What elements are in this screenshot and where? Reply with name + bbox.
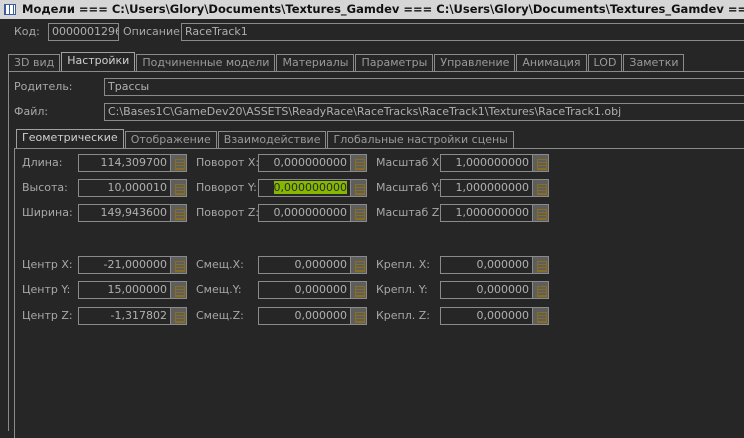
number-field[interactable]: 15,000000: [78, 281, 171, 299]
field-label: Центр Z:: [22, 309, 73, 322]
field-label: Крепл. Y:: [376, 283, 428, 296]
field-label: Центр X:: [22, 258, 73, 271]
tab-2[interactable]: Подчиненные модели: [136, 54, 276, 71]
field-value: 114,309700: [100, 156, 167, 169]
field-value: 0,000000: [294, 283, 348, 296]
field-label: Поворот Z:: [196, 206, 260, 219]
field-value: 0,000000: [476, 283, 530, 296]
field-value: 1,000000000: [455, 206, 529, 219]
calculator-icon[interactable]: [170, 154, 187, 172]
field-label: Масштаб X:: [376, 156, 444, 169]
tab-5[interactable]: Управление: [434, 54, 516, 71]
field-value: -21,000000: [103, 258, 167, 271]
number-field[interactable]: 0,000000000: [258, 179, 351, 197]
number-field[interactable]: -21,000000: [78, 256, 171, 274]
tab-0[interactable]: 3D вид: [8, 54, 61, 71]
number-field[interactable]: 114,309700: [78, 154, 171, 172]
number-field[interactable]: 0,000000000: [258, 154, 351, 172]
field-label: Поворот Y:: [196, 181, 257, 194]
tab-6[interactable]: Анимация: [516, 54, 587, 71]
field-label: Масштаб Z:: [376, 206, 444, 219]
calculator-icon[interactable]: [170, 179, 187, 197]
calculator-icon[interactable]: [350, 204, 367, 222]
field-label: Поворот X:: [196, 156, 260, 169]
field-label: Крепл. Z:: [376, 309, 431, 322]
subtab-2[interactable]: Взаимодействие: [217, 131, 327, 148]
code-field[interactable]: 0000001296: [48, 23, 119, 41]
calculator-icon[interactable]: [532, 307, 549, 325]
tab-7[interactable]: LOD: [587, 54, 623, 71]
field-label: Масштаб Y:: [376, 181, 441, 194]
field-value: 0,000000000: [273, 206, 347, 219]
subtab-3[interactable]: Глобальные настройки сцены: [327, 131, 514, 148]
number-field[interactable]: -1,317802: [78, 307, 171, 325]
field-label: Центр Y:: [22, 283, 71, 296]
subtab-1[interactable]: Отображение: [124, 131, 217, 148]
calculator-icon[interactable]: [170, 204, 187, 222]
field-label: Длина:: [22, 156, 63, 169]
field-label: Крепл. X:: [376, 258, 431, 271]
field-label: Смещ.Z:: [196, 309, 244, 322]
field-value: 0,000000: [476, 258, 530, 271]
sub-tabs: Геометрические Отображение Взаимодействие Г…: [16, 129, 515, 148]
field-value: 149,943600: [100, 206, 167, 219]
field-value: 10,000010: [107, 181, 168, 194]
calculator-icon[interactable]: [170, 256, 187, 274]
calculator-icon[interactable]: [350, 154, 367, 172]
field-label: Смещ.X:: [196, 258, 244, 271]
tab-3[interactable]: Материалы: [276, 54, 355, 71]
tab-1[interactable]: Настройки: [61, 52, 136, 71]
calculator-icon[interactable]: [350, 179, 367, 197]
number-field[interactable]: 0,000000: [258, 281, 351, 299]
file-label: Файл:: [14, 105, 49, 118]
field-value: 1,000000000: [455, 156, 529, 169]
number-field[interactable]: 1,000000000: [440, 204, 533, 222]
number-field[interactable]: 0,000000: [258, 307, 351, 325]
main-tabs: 3D вид Настройки Подчиненные модели Материа…: [8, 52, 685, 71]
title-bar: Модели === C:\Users\Glory\Documents\Text…: [0, 0, 744, 19]
number-field[interactable]: 149,943600: [78, 204, 171, 222]
number-field[interactable]: 0,000000: [440, 307, 533, 325]
calculator-icon[interactable]: [350, 307, 367, 325]
calculator-icon[interactable]: [170, 307, 187, 325]
file-field[interactable]: C:\Bases1C\GameDev20\ASSETS\ReadyRace\Ra…: [104, 103, 744, 121]
description-field[interactable]: RaceTrack1: [181, 23, 744, 41]
calculator-icon[interactable]: [532, 204, 549, 222]
field-label: Высота:: [22, 181, 68, 194]
field-value: 15,000000: [107, 283, 168, 296]
number-field[interactable]: 10,000010: [78, 179, 171, 197]
window-title: Модели === C:\Users\Glory\Documents\Text…: [22, 2, 744, 16]
calculator-icon[interactable]: [532, 179, 549, 197]
tab-4[interactable]: Параметры: [355, 54, 434, 71]
calculator-icon[interactable]: [532, 281, 549, 299]
field-value: 0,000000000: [273, 156, 347, 169]
field-value: 0,000000: [476, 309, 530, 322]
calculator-icon[interactable]: [350, 281, 367, 299]
field-value: 0,000000: [294, 258, 348, 271]
field-value: 0,000000: [294, 309, 348, 322]
subtab-0[interactable]: Геометрические: [16, 129, 124, 148]
number-field[interactable]: 0,000000: [440, 281, 533, 299]
tab-8[interactable]: Заметки: [623, 54, 685, 71]
field-value: -1,317802: [110, 309, 167, 322]
calculator-icon[interactable]: [350, 256, 367, 274]
code-label: Код:: [14, 25, 40, 38]
calculator-icon[interactable]: [532, 256, 549, 274]
field-label: Смещ.Y:: [196, 283, 242, 296]
number-field[interactable]: 0,000000: [440, 256, 533, 274]
number-field[interactable]: 0,000000000: [258, 204, 351, 222]
number-field[interactable]: 0,000000: [258, 256, 351, 274]
calculator-icon[interactable]: [532, 154, 549, 172]
parent-field[interactable]: Трассы: [104, 78, 744, 96]
number-field[interactable]: 1,000000000: [440, 179, 533, 197]
description-label: Описание:: [123, 25, 184, 38]
calculator-icon[interactable]: [170, 281, 187, 299]
parent-label: Родитель:: [14, 80, 73, 93]
number-field[interactable]: 1,000000000: [440, 154, 533, 172]
field-value: 1,000000000: [455, 181, 529, 194]
app-icon: [4, 4, 16, 15]
field-label: Ширина:: [22, 206, 73, 219]
field-value: 0,000000000: [273, 181, 347, 194]
